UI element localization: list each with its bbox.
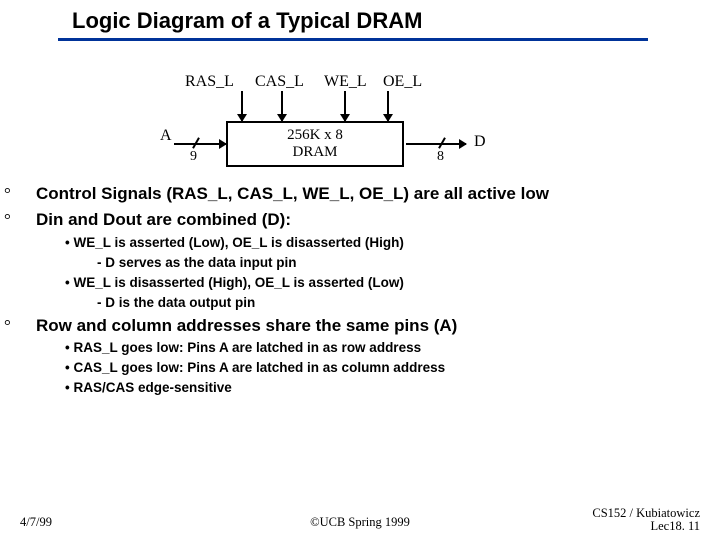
oe-label: OE_L (383, 73, 422, 91)
bullet-2-sublist: WE_L is asserted (Low), OE_L is disasser… (65, 235, 700, 310)
dram-line2: DRAM (228, 144, 402, 161)
ras-label: RAS_L (185, 73, 234, 91)
subsub-item: D serves as the data input pin (97, 255, 700, 270)
logic-diagram: RAS_L CAS_L WE_L OE_L 256K x 8 DRAM A 9 … (0, 41, 720, 176)
cas-arrow (281, 91, 283, 121)
sub-item: RAS_L goes low: Pins A are latched in as… (65, 340, 700, 355)
d-width: 8 (437, 149, 444, 165)
d-label: D (474, 133, 486, 151)
dram-line1: 256K x 8 (228, 127, 402, 144)
sub-item: WE_L is disasserted (High), OE_L is asse… (65, 275, 700, 290)
sub-item: CAS_L goes low: Pins A are latched in as… (65, 360, 700, 375)
a-label: A (160, 127, 172, 145)
we-arrow (344, 91, 346, 121)
footer-course: CS152 / KubiatowiczLec18. 11 (592, 507, 700, 535)
ras-arrow (241, 91, 243, 121)
bullet-2: °Din and Dout are combined (D): (20, 210, 700, 230)
cas-label: CAS_L (255, 73, 304, 91)
bullet-1: °Control Signals (RAS_L, CAS_L, WE_L, OE… (20, 184, 700, 204)
bullet-3-sublist: RAS_L goes low: Pins A are latched in as… (65, 340, 700, 395)
bullet-3-text: Row and column addresses share the same … (36, 316, 457, 335)
a-width: 9 (190, 149, 197, 165)
we-label: WE_L (324, 73, 367, 91)
bullet-2-text: Din and Dout are combined (D): (36, 210, 291, 229)
d-arrow (406, 143, 466, 145)
content: °Control Signals (RAS_L, CAS_L, WE_L, OE… (0, 176, 720, 395)
page-title: Logic Diagram of a Typical DRAM (0, 0, 720, 38)
sub-item: RAS/CAS edge-sensitive (65, 380, 700, 395)
subsub-item: D is the data output pin (97, 295, 700, 310)
dram-box: 256K x 8 DRAM (226, 121, 404, 167)
bullet-1-text: Control Signals (RAS_L, CAS_L, WE_L, OE_… (36, 184, 549, 203)
oe-arrow (387, 91, 389, 121)
a-arrow (174, 143, 226, 145)
sub-item: WE_L is asserted (Low), OE_L is disasser… (65, 235, 700, 250)
bullet-3: °Row and column addresses share the same… (20, 316, 700, 336)
